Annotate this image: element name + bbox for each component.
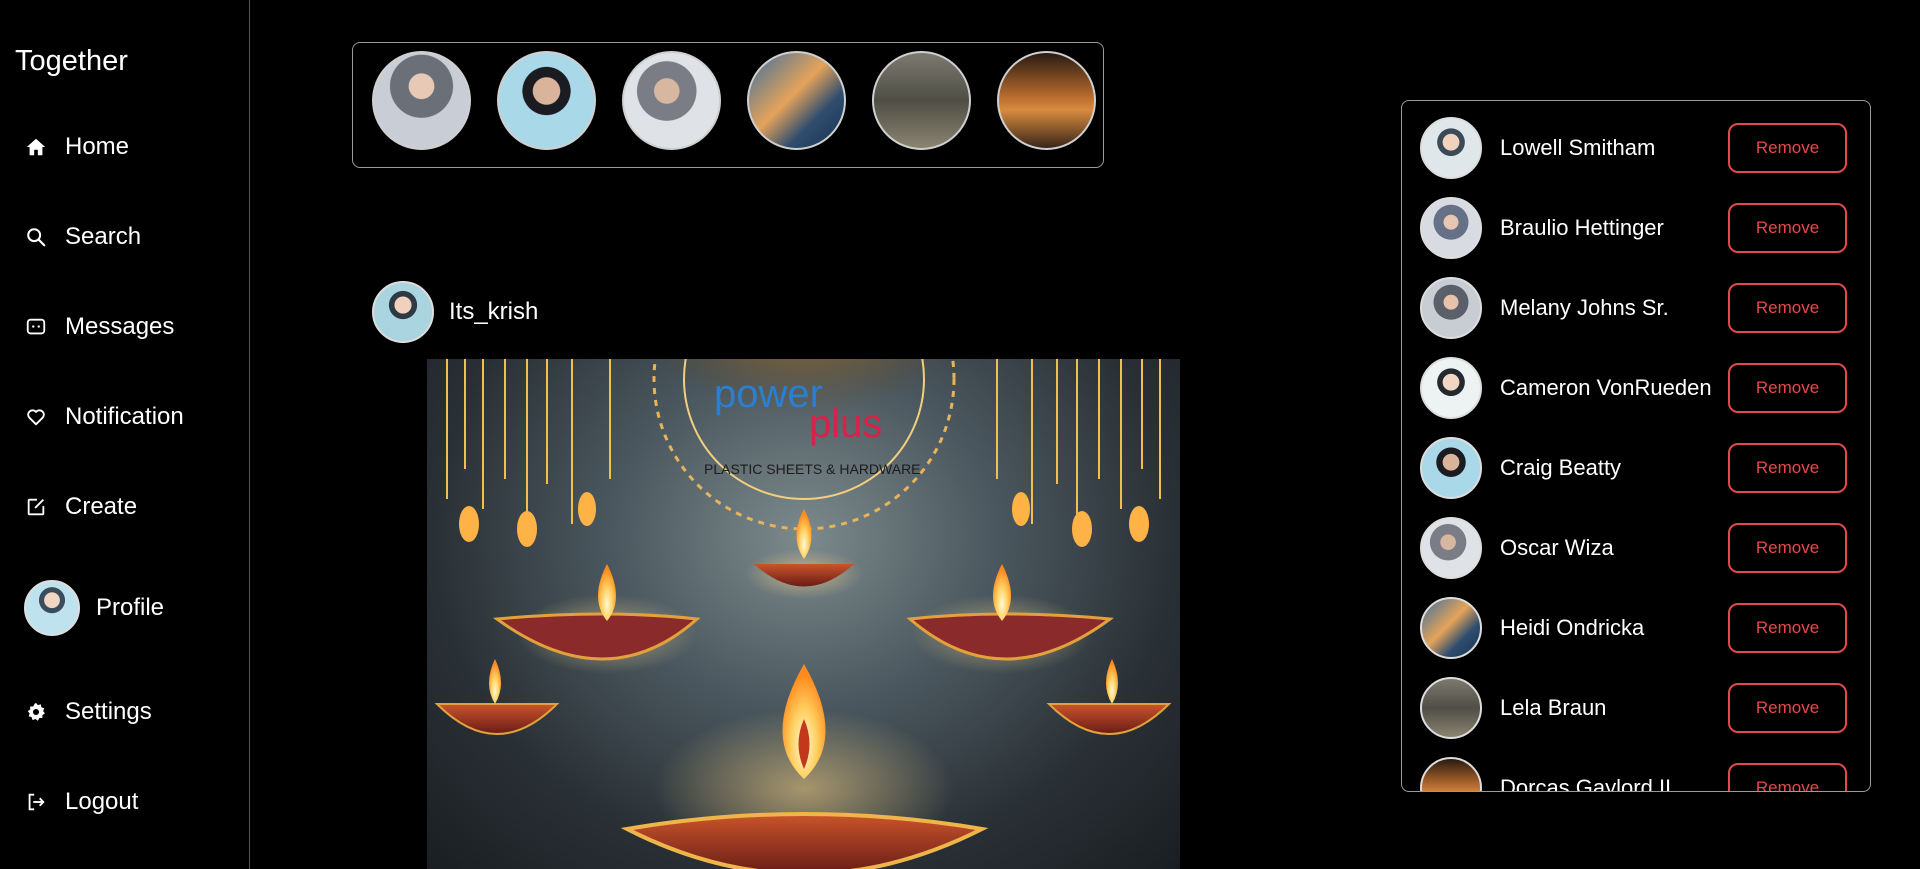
avatar: [1420, 677, 1482, 739]
avatar: [1420, 197, 1482, 259]
remove-button[interactable]: Remove: [1728, 443, 1847, 493]
friend-name: Oscar Wiza: [1500, 535, 1614, 560]
remove-button[interactable]: Remove: [1728, 683, 1847, 733]
avatar: [1420, 517, 1482, 579]
list-item: Braulio Hettinger Remove: [1420, 196, 1860, 260]
avatar: [24, 580, 80, 636]
friend-name: Lela Braun: [1500, 695, 1607, 720]
logout-icon: [24, 790, 48, 814]
friend-name: Cameron VonRueden: [1500, 375, 1712, 400]
list-item: Dorcas Gaylord II Remove: [1420, 756, 1860, 792]
list-item: Heidi Ondricka Remove: [1420, 596, 1860, 660]
nav-notification[interactable]: Notification: [24, 403, 184, 431]
nav-search-label: Search: [65, 223, 142, 250]
friend-name: Heidi Ondricka: [1500, 615, 1645, 640]
remove-button[interactable]: Remove: [1728, 363, 1847, 413]
remove-button[interactable]: Remove: [1728, 283, 1847, 333]
friend-name: Braulio Hettinger: [1500, 215, 1664, 240]
nav-logout[interactable]: Logout: [24, 788, 138, 816]
story-avatar[interactable]: [997, 51, 1096, 150]
brand-text-line1: power: [714, 372, 823, 416]
story-avatar[interactable]: [747, 51, 846, 150]
story-avatar[interactable]: [622, 51, 721, 150]
remove-button[interactable]: Remove: [1728, 523, 1847, 573]
remove-button[interactable]: Remove: [1728, 763, 1847, 791]
avatar: [1420, 117, 1482, 179]
create-icon: [24, 495, 48, 519]
post-image: power plus PLASTIC SHEETS & HARDWARE: [427, 359, 1180, 869]
list-item: Cameron VonRueden Remove: [1420, 356, 1860, 420]
nav-create[interactable]: Create: [24, 493, 137, 521]
nav-settings-label: Settings: [65, 698, 152, 725]
nav-messages-label: Messages: [65, 313, 175, 340]
list-item: Lela Braun Remove: [1420, 676, 1860, 740]
remove-button[interactable]: Remove: [1728, 203, 1847, 253]
nav-search[interactable]: Search: [24, 223, 141, 251]
stories-bar: [352, 42, 1104, 168]
nav-notification-label: Notification: [65, 403, 184, 430]
post-author-name: Its_krish: [449, 298, 539, 325]
avatar: [1420, 437, 1482, 499]
nav-settings[interactable]: Settings: [24, 698, 152, 726]
avatar: [372, 281, 434, 343]
avatar: [1420, 357, 1482, 419]
message-icon: [24, 315, 48, 339]
brand-text-line2: plus: [809, 402, 882, 446]
brand-tagline: PLASTIC SHEETS & HARDWARE: [704, 461, 921, 477]
story-avatar[interactable]: [872, 51, 971, 150]
heart-icon: [24, 405, 48, 429]
list-item: Melany Johns Sr. Remove: [1420, 276, 1860, 340]
friend-name: Melany Johns Sr.: [1500, 295, 1669, 320]
nav-profile[interactable]: Profile: [24, 580, 164, 636]
nav-home-label: Home: [65, 133, 130, 160]
gear-icon: [24, 700, 48, 724]
remove-button[interactable]: Remove: [1728, 123, 1847, 173]
nav-home[interactable]: Home: [24, 133, 129, 161]
search-icon: [24, 225, 48, 249]
avatar: [1420, 597, 1482, 659]
avatar: [1420, 757, 1482, 791]
post-author[interactable]: Its_krish: [372, 281, 538, 343]
sidebar: Together Home Search Messages Notificati…: [0, 0, 250, 869]
story-avatar[interactable]: [497, 51, 596, 150]
remove-button[interactable]: Remove: [1728, 603, 1847, 653]
avatar: [1420, 277, 1482, 339]
friend-name: Craig Beatty: [1500, 455, 1622, 480]
nav-profile-label: Profile: [96, 594, 165, 621]
home-icon: [24, 135, 48, 159]
list-item: Lowell Smitham Remove: [1420, 116, 1860, 180]
friend-name: Dorcas Gaylord II: [1500, 775, 1672, 792]
friend-name: Lowell Smitham: [1500, 135, 1656, 160]
app-title: Together: [15, 45, 128, 77]
nav-create-label: Create: [65, 493, 138, 520]
nav-logout-label: Logout: [65, 788, 139, 815]
friends-list: Lowell Smitham Remove Braulio Hettinger …: [1401, 100, 1871, 792]
diwali-illustration: power plus PLASTIC SHEETS & HARDWARE: [434, 359, 1172, 869]
nav-messages[interactable]: Messages: [24, 313, 174, 341]
story-avatar[interactable]: [372, 51, 471, 150]
list-item: Craig Beatty Remove: [1420, 436, 1860, 500]
list-item: Oscar Wiza Remove: [1420, 516, 1860, 580]
